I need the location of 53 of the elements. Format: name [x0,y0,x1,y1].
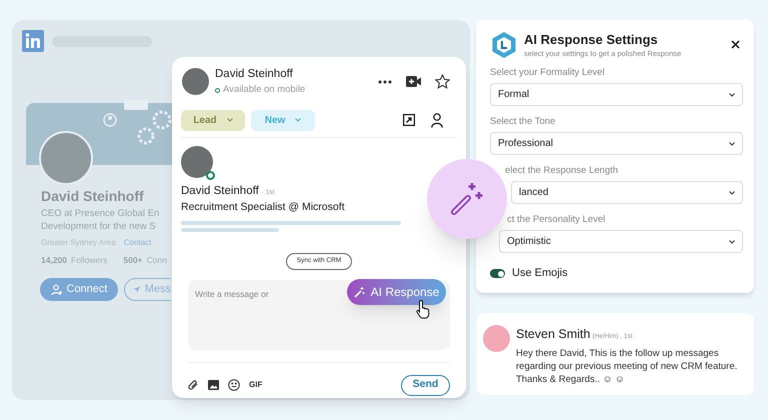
status-text: Available on mobile [223,83,306,98]
connections-label: Conn [146,254,167,267]
profile-headline: Development for the new S [41,220,157,233]
tag-dropdown[interactable]: Lead [181,110,245,130]
message-text: Hey there David, This is the follow up messages regarding our previous meeting of new CRM feature. Thanks & Regards.. ☺ ☺ [516,348,738,385]
close-icon[interactable] [731,40,740,49]
send-arrow-icon [133,284,141,295]
chevron-icon [729,190,735,195]
select-dropdown[interactable]: Professional [490,132,743,156]
select-dropdown[interactable]: lanced [511,181,743,204]
person-icon[interactable] [431,112,443,128]
select-dropdown[interactable]: Optimistic [499,230,743,254]
video-icon[interactable] [406,76,421,88]
profile-headline: CEO at Presence Global En [41,207,160,220]
add-person-icon [50,284,62,296]
linkedin-logo-icon [22,30,44,52]
avatar-photo-placeholder [181,146,213,178]
select-dropdown[interactable]: Formal [490,83,743,106]
more-icon[interactable] [378,80,392,84]
followers-label: Followers [71,254,108,267]
toggle-label: Use Emojis [512,266,568,282]
chevron-icon [295,118,302,122]
chevron-icon [729,92,735,97]
avatar-photo-placeholder [483,325,510,352]
contact-title: Recruitment Specialist @ Microsoft [181,200,346,215]
followers-count: 14,200 [41,254,67,267]
field-label: ct the Personality Level [507,213,606,226]
hand-cursor-icon [416,299,432,319]
field-label: Select the Tone [490,115,556,128]
field-label: elect the Response Length [505,164,620,178]
star-icon[interactable] [435,74,450,90]
field-label: Select your Formality Level [490,66,606,80]
toggle-switch[interactable] [490,269,505,278]
contact-name: David Steinhoff [215,67,294,82]
profile-name: David Steinhoff [41,187,145,206]
emoji-icon[interactable] [228,379,240,391]
chevron-icon [729,142,735,146]
chevron-icon [226,118,233,122]
paperclip-icon[interactable] [188,379,199,391]
settings-title: AI Response Settings [524,32,659,48]
avatar-photo-placeholder [182,68,209,96]
magic-wand-icon [354,286,365,298]
chevron-icon [729,240,735,244]
image-icon[interactable] [208,380,219,390]
gif-button[interactable]: GIF [249,379,262,391]
connections-count: 500+ [123,254,143,267]
sender-name: Steven Smith [516,326,590,343]
ai-response-button[interactable]: AI Response [347,279,446,305]
app-logo-icon [490,31,518,59]
external-link-icon[interactable] [403,114,415,126]
contact-name: David Steinhoff [181,184,259,198]
connect-button[interactable]: Connect [40,278,118,301]
send-button[interactable]: Send [401,374,450,396]
